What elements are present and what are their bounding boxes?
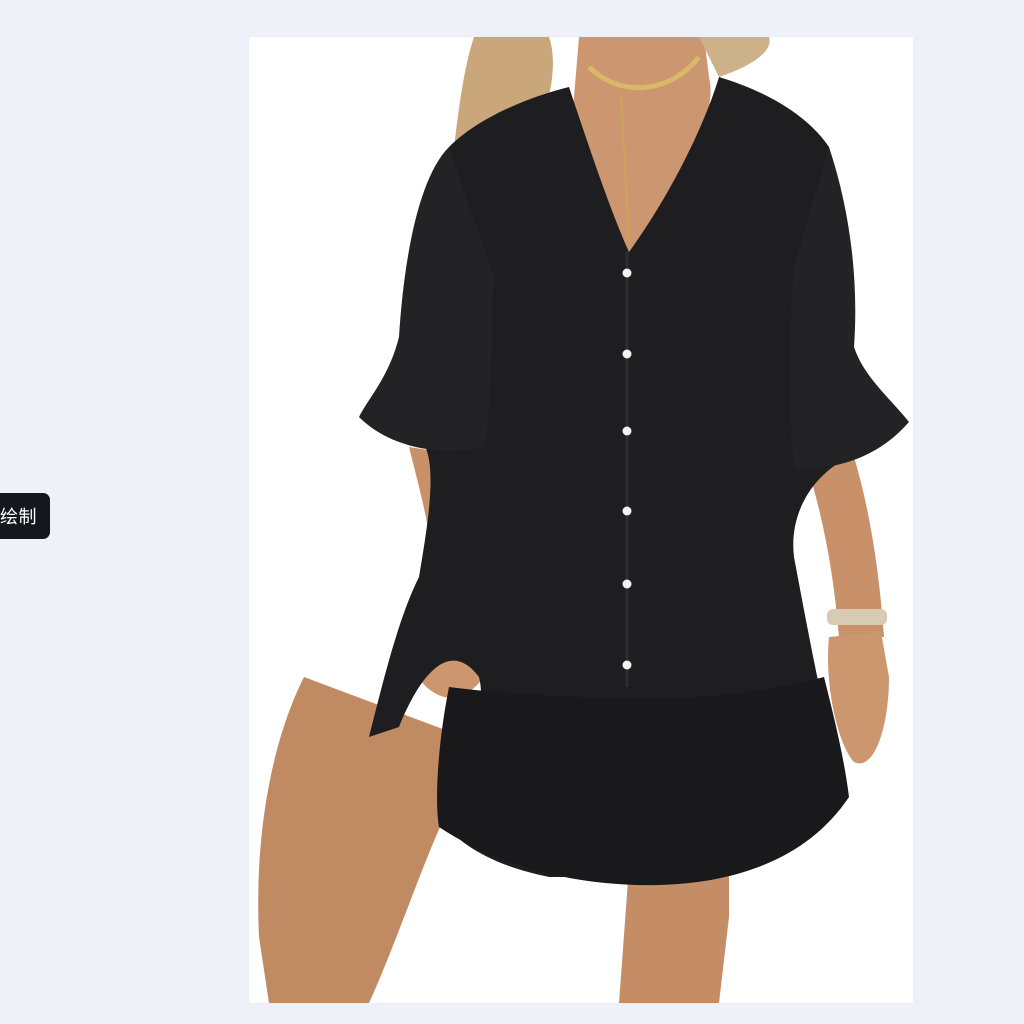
draw-tag-button[interactable]: 绘制 <box>0 493 50 539</box>
button <box>622 660 632 670</box>
right-leg <box>619 867 729 1003</box>
ruffle-hem <box>437 677 849 886</box>
bracelet <box>827 609 887 625</box>
hair-right <box>699 37 770 77</box>
draw-tag-label: 绘制 <box>0 507 37 528</box>
left-leg <box>258 677 464 1003</box>
button <box>622 268 632 278</box>
button <box>622 506 632 516</box>
button <box>622 349 632 359</box>
button <box>622 579 632 589</box>
button <box>622 426 632 436</box>
product-photo-illustration <box>258 37 909 1003</box>
product-image <box>249 37 913 1003</box>
image-viewer: 绘制 <box>0 0 1024 1024</box>
